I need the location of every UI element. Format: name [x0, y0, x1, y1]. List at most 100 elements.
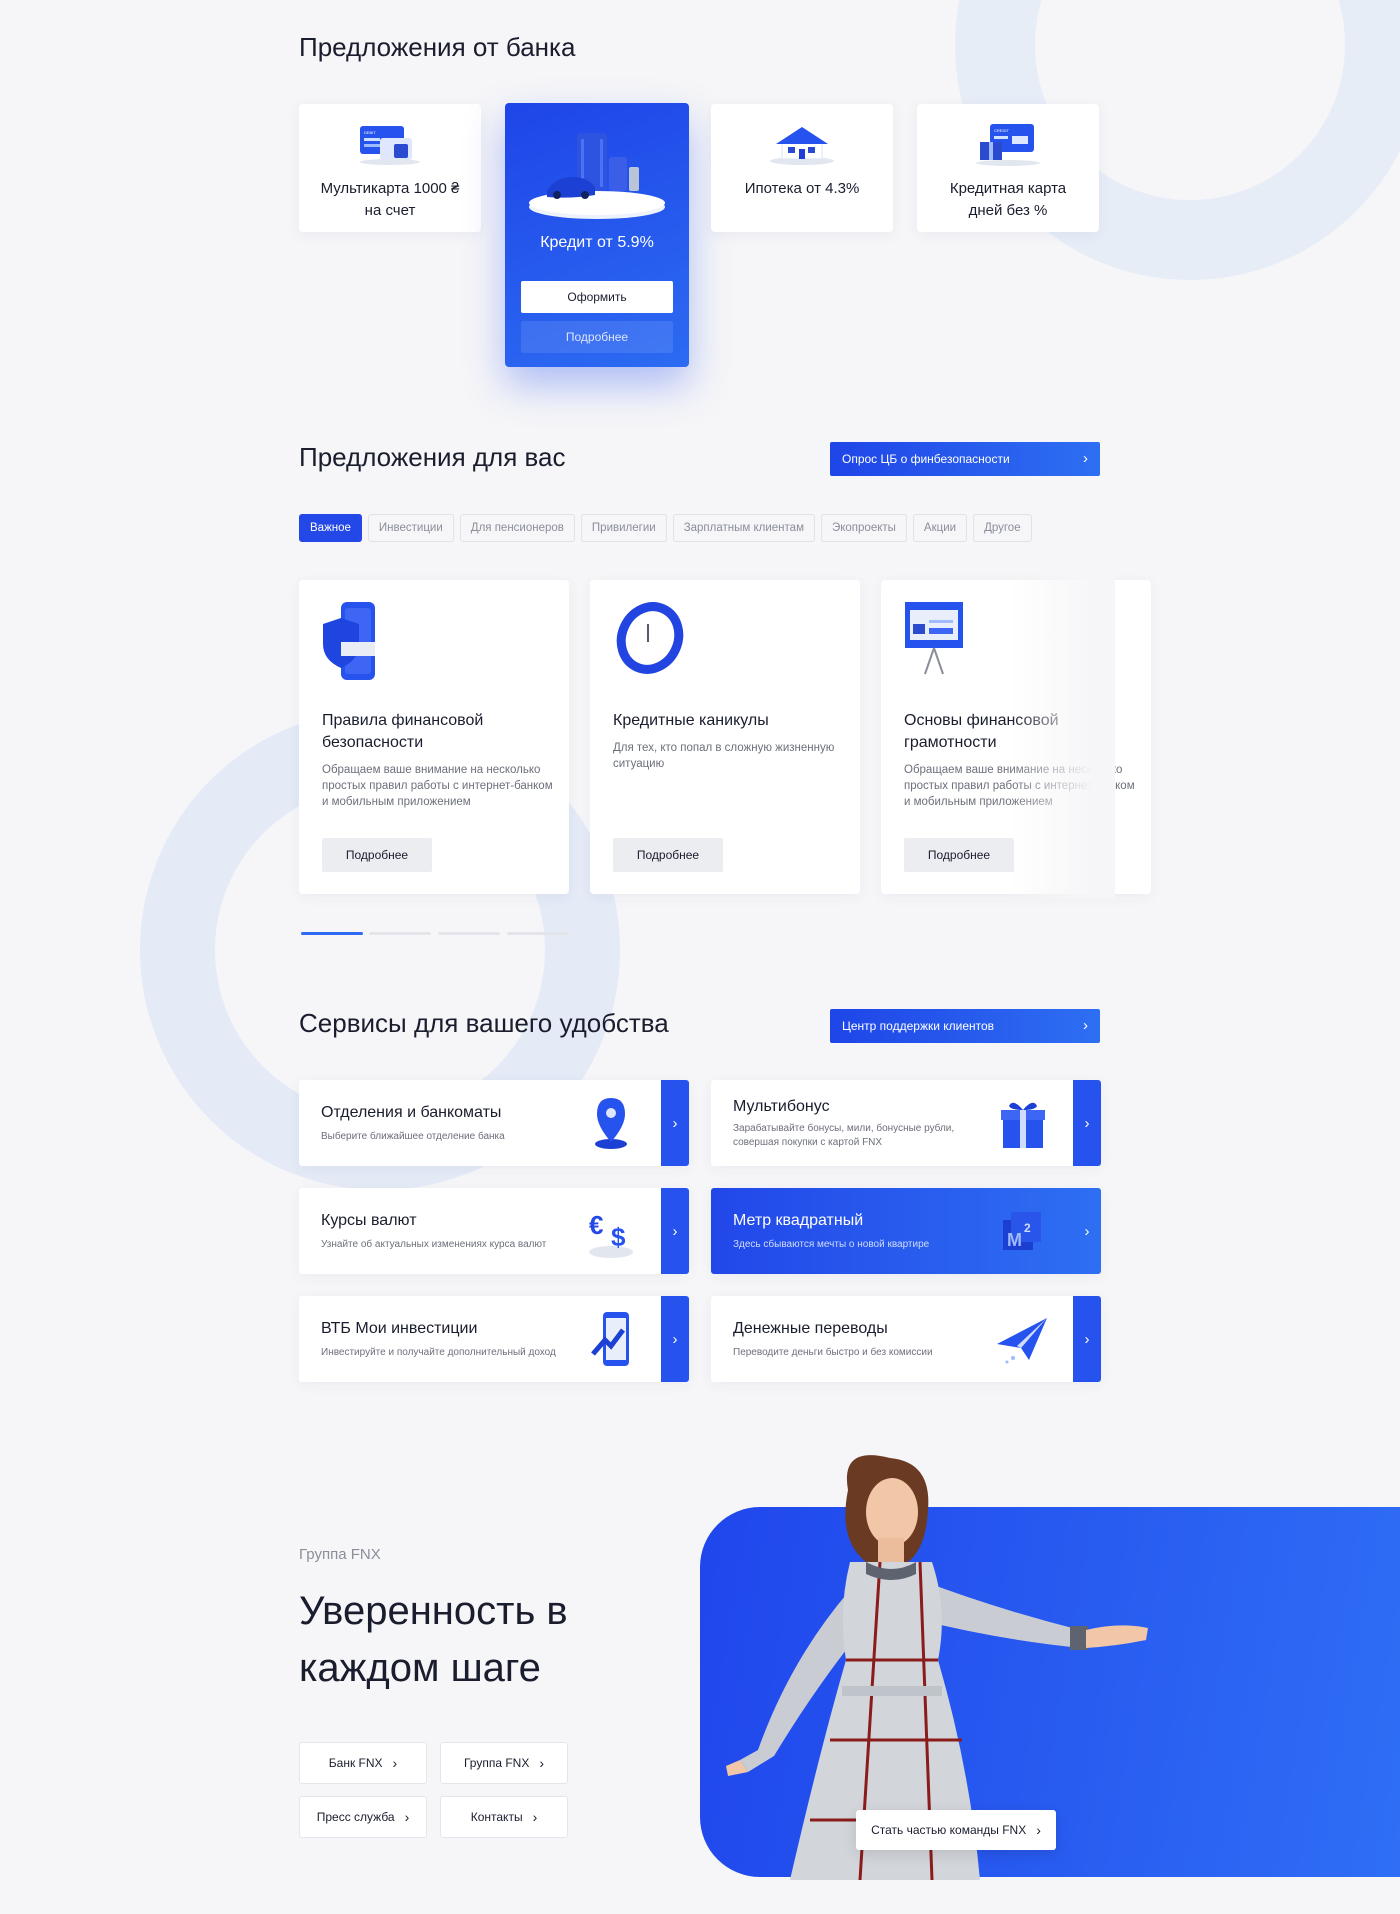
chevron-right-icon[interactable]: ›	[1073, 1080, 1101, 1166]
section-title-offers-for-you: Предложения для вас	[299, 442, 566, 472]
offer-card-multicard[interactable]: DEBIT Мультикарта 1000 ₴ на счет	[299, 104, 481, 232]
service-branches-atms[interactable]: Отделения и банкоматы Выберите ближайшее…	[299, 1080, 689, 1166]
service-subtitle: Здесь сбываются мечты о новой квартире	[733, 1239, 930, 1250]
carousel-fade	[1010, 575, 1115, 899]
card-title: Кредитные каникулы	[613, 712, 769, 729]
join-team-button[interactable]: Стать частью команды FNX ›	[856, 1810, 1056, 1850]
svg-text:€: €	[589, 1210, 603, 1240]
support-center-button[interactable]: Центр поддержки клиентов ›	[830, 1009, 1100, 1043]
link-bank-fnx[interactable]: Банк FNX ›	[299, 1742, 427, 1784]
offer-card-mortgage[interactable]: Ипотека от 4.3%	[711, 104, 893, 232]
group-headline: Уверенность в каждом шаге	[299, 1589, 568, 1690]
group-kicker: Группа FNX	[299, 1546, 381, 1563]
chevron-right-icon[interactable]: ›	[1073, 1296, 1101, 1382]
link-contacts[interactable]: Контакты ›	[440, 1796, 568, 1838]
chevron-right-icon: ›	[1083, 1017, 1088, 1034]
service-title: ВТБ Мои инвестиции	[321, 1320, 478, 1337]
chevron-right-icon: ›	[392, 1755, 398, 1771]
service-title: Метр квадратный	[733, 1212, 864, 1229]
carousel-dot-1[interactable]	[301, 932, 363, 935]
service-subtitle: Инвестируйте и получайте дополнительный …	[321, 1347, 556, 1358]
chevron-right-icon[interactable]: ›	[661, 1080, 689, 1166]
link-label: Группа FNX	[463, 1756, 530, 1770]
carousel-dot-4[interactable]	[507, 932, 569, 935]
chip-eco-projects[interactable]: Экопроекты	[820, 514, 907, 542]
service-exchange-rates[interactable]: Курсы валют Узнайте об актуальных измене…	[299, 1188, 689, 1274]
service-square-meter[interactable]: Метр квадратный Здесь сбываются мечты о …	[711, 1188, 1101, 1274]
chip-pensioners[interactable]: Для пенсионеров	[459, 514, 575, 542]
svg-text:2: 2	[1024, 1221, 1031, 1235]
chevron-right-icon: ›	[539, 1755, 545, 1771]
link-label: Контакты	[470, 1810, 523, 1824]
gift-icon	[1001, 1102, 1045, 1148]
join-team-label: Стать частью команды FNX	[871, 1823, 1027, 1837]
offer-title: Кредитная карта дней без %	[949, 180, 1067, 219]
square-meter-icon: M 2	[1003, 1212, 1041, 1250]
carousel-dot-2[interactable]	[369, 932, 431, 935]
clock-icon	[616, 602, 684, 674]
survey-button[interactable]: Опрос ЦБ о финбезопасности ›	[830, 442, 1100, 476]
more-button[interactable]: Подробнее	[904, 838, 1014, 872]
support-center-label: Центр поддержки клиентов	[842, 1019, 995, 1033]
service-subtitle: Узнайте об актуальных изменениях курса в…	[321, 1239, 547, 1250]
apply-button[interactable]: Оформить	[521, 281, 673, 313]
service-title: Курсы валют	[321, 1212, 417, 1229]
service-subtitle: Выберите ближайшее отделение банка	[321, 1131, 505, 1142]
service-subtitle: Зарабатывайте бонусы, мили, бонусные руб…	[733, 1123, 955, 1148]
location-pin-icon	[595, 1098, 627, 1149]
credit-card-gift-icon: CREDIT	[976, 124, 1040, 166]
card-title: Правила финансовой безопасности	[322, 712, 484, 751]
chevron-right-icon: ›	[1083, 450, 1088, 467]
link-press-service[interactable]: Пресс служба ›	[299, 1796, 427, 1838]
paper-plane-icon	[997, 1318, 1047, 1364]
chevron-right-icon[interactable]: ›	[1073, 1188, 1101, 1274]
svg-text:DEBIT: DEBIT	[364, 130, 376, 135]
more-button[interactable]: Подробнее	[322, 838, 432, 872]
chip-salary-clients[interactable]: Зарплатным клиентам	[672, 514, 815, 542]
promo-card-financial-safety[interactable]: Правила финансовой безопасности Обращаем…	[299, 580, 569, 894]
chip-important[interactable]: Важное	[299, 514, 362, 542]
section-title-services: Сервисы для вашего удобства	[299, 1008, 669, 1038]
offer-title: Ипотека от 4.3%	[744, 180, 860, 197]
chip-promotions[interactable]: Акции	[912, 514, 968, 542]
svg-text:M: M	[1007, 1230, 1022, 1250]
chip-other[interactable]: Другое	[973, 514, 1032, 542]
chip-investments[interactable]: Инвестиции	[367, 514, 454, 542]
filter-chips: Важное Инвестиции Для пенсионеров Привил…	[299, 514, 1032, 542]
house-icon	[770, 127, 834, 165]
service-title: Отделения и банкоматы	[321, 1104, 502, 1121]
more-button[interactable]: Подробнее	[613, 838, 723, 872]
chevron-right-icon: ›	[404, 1809, 410, 1825]
link-label: Банк FNX	[328, 1756, 383, 1770]
offer-card-credit-card[interactable]: CREDIT Кредитная карта дней без %	[917, 104, 1099, 232]
service-title: Мультибонус	[733, 1098, 830, 1115]
chip-privileges[interactable]: Привилегии	[580, 514, 667, 542]
offer-card-credit-featured[interactable]: Кредит от 5.9% Оформить Подробнее	[505, 103, 689, 367]
chevron-right-icon: ›	[532, 1809, 538, 1825]
offer-title: Кредит от 5.9%	[540, 234, 654, 251]
service-subtitle: Переводите деньги быстро и без комиссии	[733, 1347, 933, 1358]
link-group-fnx[interactable]: Группа FNX ›	[440, 1742, 568, 1784]
service-money-transfers[interactable]: Денежные переводы Переводите деньги быст…	[711, 1296, 1101, 1382]
section-title-bank-offers: Предложения от банка	[299, 32, 576, 62]
service-title: Денежные переводы	[733, 1320, 888, 1337]
chevron-right-icon[interactable]: ›	[661, 1188, 689, 1274]
card-description: Для тех, кто попал в сложную жизненную с…	[613, 742, 835, 770]
more-button[interactable]: Подробнее	[521, 321, 673, 353]
offer-title: Мультикарта 1000 ₴ на счет	[320, 180, 460, 219]
chevron-right-icon[interactable]: ›	[661, 1296, 689, 1382]
carousel-dot-3[interactable]	[438, 932, 500, 935]
service-multibonus[interactable]: Мультибонус Зарабатывайте бонусы, мили, …	[711, 1080, 1101, 1166]
debit-card-icon: DEBIT	[360, 126, 420, 165]
phone-chart-icon	[591, 1312, 629, 1366]
luggage-car-icon	[529, 133, 665, 219]
chevron-right-icon: ›	[1036, 1822, 1041, 1838]
shield-phone-icon	[323, 602, 375, 680]
promo-card-credit-holidays[interactable]: Кредитные каникулы Для тех, кто попал в …	[590, 580, 860, 894]
service-my-investments[interactable]: ВТБ Мои инвестиции Инвестируйте и получа…	[299, 1296, 689, 1382]
svg-text:$: $	[611, 1222, 626, 1252]
survey-button-label: Опрос ЦБ о финбезопасности	[842, 452, 1010, 466]
link-label: Пресс служба	[316, 1810, 395, 1824]
svg-text:CREDIT: CREDIT	[994, 128, 1009, 133]
presentation-board-icon	[905, 602, 963, 675]
